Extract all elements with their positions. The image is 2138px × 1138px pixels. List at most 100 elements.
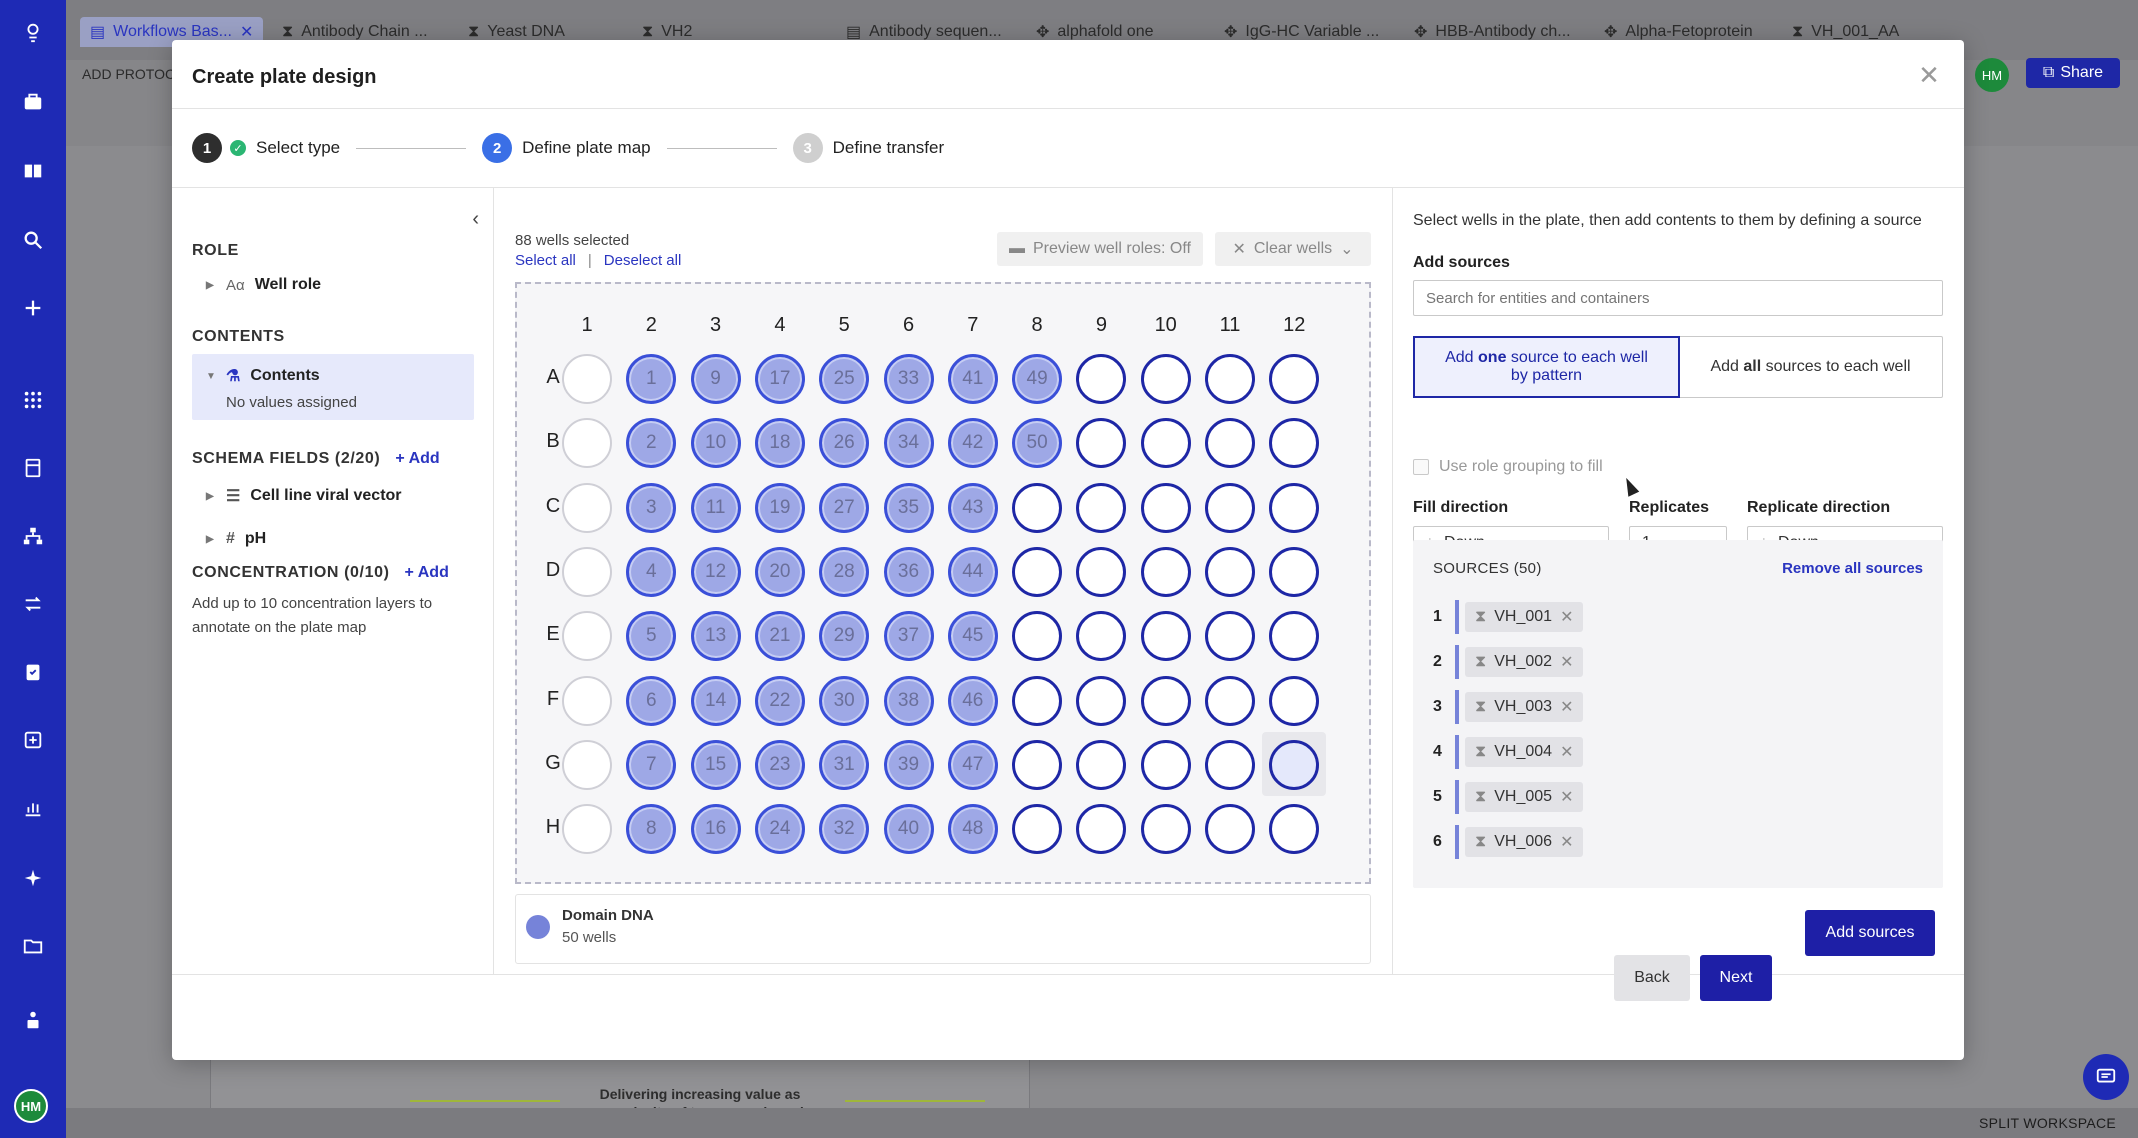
search-icon[interactable] bbox=[17, 224, 49, 256]
column-label[interactable]: 12 bbox=[1269, 314, 1319, 337]
apps-grid-icon[interactable] bbox=[17, 384, 49, 416]
well-A2[interactable]: 1 bbox=[626, 354, 677, 404]
well-B12[interactable] bbox=[1269, 418, 1320, 469]
well-E2[interactable]: 5 bbox=[626, 611, 677, 662]
column-label[interactable]: 8 bbox=[1012, 314, 1062, 337]
well-A8[interactable]: 49 bbox=[1012, 354, 1063, 404]
source-chip[interactable]: ⧗ VH_006 ✕ bbox=[1465, 827, 1584, 857]
step-select-type[interactable]: 1 ✓ Select type bbox=[192, 133, 340, 163]
deselect-all-link[interactable]: Deselect all bbox=[604, 252, 682, 269]
add-schema-field-button[interactable]: + Add bbox=[395, 450, 439, 467]
well-D4[interactable]: 20 bbox=[754, 546, 805, 597]
well-F11[interactable] bbox=[1205, 675, 1255, 726]
well-D7[interactable]: 44 bbox=[947, 546, 998, 597]
well-H4[interactable]: 24 bbox=[754, 804, 805, 855]
well-G10[interactable] bbox=[1140, 739, 1191, 790]
well-G1[interactable] bbox=[562, 739, 612, 790]
well-F8[interactable] bbox=[1012, 675, 1063, 726]
well-D6[interactable]: 36 bbox=[883, 546, 934, 597]
well-D11[interactable] bbox=[1205, 546, 1255, 597]
well-B11[interactable] bbox=[1205, 418, 1255, 469]
well-G12[interactable] bbox=[1269, 739, 1320, 790]
column-label[interactable]: 4 bbox=[755, 314, 805, 337]
well-G8[interactable] bbox=[1012, 739, 1063, 790]
well-F2[interactable]: 6 bbox=[626, 675, 677, 726]
well-G11[interactable] bbox=[1205, 739, 1255, 790]
hierarchy-icon[interactable] bbox=[17, 520, 49, 552]
role-grouping-checkbox[interactable]: Use role grouping to fill bbox=[1413, 458, 1603, 476]
well-D8[interactable] bbox=[1012, 546, 1063, 597]
well-B2[interactable]: 2 bbox=[626, 418, 677, 469]
remove-icon[interactable]: ✕ bbox=[1560, 607, 1573, 627]
well-G9[interactable] bbox=[1076, 739, 1127, 790]
clipboard-icon[interactable] bbox=[17, 656, 49, 688]
source-chip[interactable]: ⧗ VH_004 ✕ bbox=[1465, 737, 1584, 767]
well-E7[interactable]: 45 bbox=[947, 611, 998, 662]
well-A11[interactable] bbox=[1205, 354, 1255, 404]
well-H7[interactable]: 48 bbox=[947, 804, 998, 855]
well-G4[interactable]: 23 bbox=[754, 739, 805, 790]
close-icon[interactable]: ✕ bbox=[1914, 60, 1944, 90]
well-C11[interactable] bbox=[1205, 482, 1255, 533]
well-G3[interactable]: 15 bbox=[690, 739, 741, 790]
well-A3[interactable]: 9 bbox=[690, 354, 741, 404]
well-F12[interactable] bbox=[1269, 675, 1320, 726]
well-D2[interactable]: 4 bbox=[626, 546, 677, 597]
well-E6[interactable]: 37 bbox=[883, 611, 934, 662]
well-A6[interactable]: 33 bbox=[883, 354, 934, 404]
source-chip[interactable]: ⧗ VH_005 ✕ bbox=[1465, 782, 1584, 812]
tree-item-ph[interactable]: ▶ # pH bbox=[206, 530, 266, 548]
well-C5[interactable]: 27 bbox=[819, 482, 870, 533]
well-A10[interactable] bbox=[1140, 354, 1191, 404]
well-F10[interactable] bbox=[1140, 675, 1191, 726]
share-button[interactable]: ⧉ Share bbox=[2026, 58, 2120, 88]
well-B1[interactable] bbox=[562, 418, 612, 469]
well-A9[interactable] bbox=[1076, 354, 1127, 404]
well-E3[interactable]: 13 bbox=[690, 611, 741, 662]
step-define-transfer[interactable]: 3 Define transfer bbox=[792, 133, 944, 163]
column-label[interactable]: 10 bbox=[1141, 314, 1191, 337]
well-F7[interactable]: 46 bbox=[947, 675, 998, 726]
chat-button[interactable] bbox=[2083, 1054, 2129, 1100]
well-H6[interactable]: 40 bbox=[883, 804, 934, 855]
well-D9[interactable] bbox=[1076, 546, 1127, 597]
add-all-sources-option[interactable]: Add all sources to each well bbox=[1679, 337, 1942, 397]
well-D12[interactable] bbox=[1269, 546, 1320, 597]
add-sources-button[interactable]: Add sources bbox=[1805, 910, 1935, 956]
source-chip[interactable]: ⧗ VH_001 ✕ bbox=[1465, 602, 1584, 632]
plus-icon[interactable] bbox=[17, 292, 49, 324]
source-chip[interactable]: ⧗ VH_003 ✕ bbox=[1465, 692, 1584, 722]
well-E12[interactable] bbox=[1269, 611, 1320, 662]
briefcase-icon[interactable] bbox=[17, 86, 49, 118]
column-label[interactable]: 5 bbox=[819, 314, 869, 337]
tree-item-well-role[interactable]: ▶ Aα Well role bbox=[206, 276, 321, 294]
well-F4[interactable]: 22 bbox=[754, 675, 805, 726]
well-H1[interactable] bbox=[562, 804, 612, 855]
add-protocol-label[interactable]: ADD PROTOCO bbox=[82, 66, 186, 82]
well-C12[interactable] bbox=[1269, 482, 1320, 533]
source-search-input[interactable] bbox=[1413, 280, 1943, 316]
book-icon[interactable] bbox=[17, 155, 49, 187]
user-avatar-header[interactable]: HM bbox=[1975, 58, 2009, 92]
remove-icon[interactable]: ✕ bbox=[1560, 832, 1573, 852]
app-logo-icon[interactable] bbox=[17, 16, 49, 48]
well-B6[interactable]: 34 bbox=[883, 418, 934, 469]
remove-icon[interactable]: ✕ bbox=[1560, 697, 1573, 717]
well-E9[interactable] bbox=[1076, 611, 1127, 662]
well-F5[interactable]: 30 bbox=[819, 675, 870, 726]
well-H9[interactable] bbox=[1076, 804, 1127, 855]
checkbox[interactable] bbox=[1413, 459, 1429, 475]
well-C1[interactable] bbox=[562, 482, 612, 533]
well-A12[interactable] bbox=[1269, 354, 1320, 404]
well-A1[interactable] bbox=[562, 354, 612, 404]
well-G2[interactable]: 7 bbox=[626, 739, 677, 790]
well-D5[interactable]: 28 bbox=[819, 546, 870, 597]
well-H2[interactable]: 8 bbox=[626, 804, 677, 855]
well-B8[interactable]: 50 bbox=[1012, 418, 1063, 469]
chevron-left-icon[interactable]: ‹ bbox=[472, 208, 479, 231]
add-one-source-option[interactable]: Add one source to each well by pattern bbox=[1413, 336, 1680, 398]
step-define-plate-map[interactable]: 2 Define plate map bbox=[482, 133, 651, 163]
well-D10[interactable] bbox=[1140, 546, 1191, 597]
well-A5[interactable]: 25 bbox=[819, 354, 870, 404]
tree-item-contents[interactable]: ▼ ⚗ Contents No values assigned bbox=[192, 354, 474, 420]
